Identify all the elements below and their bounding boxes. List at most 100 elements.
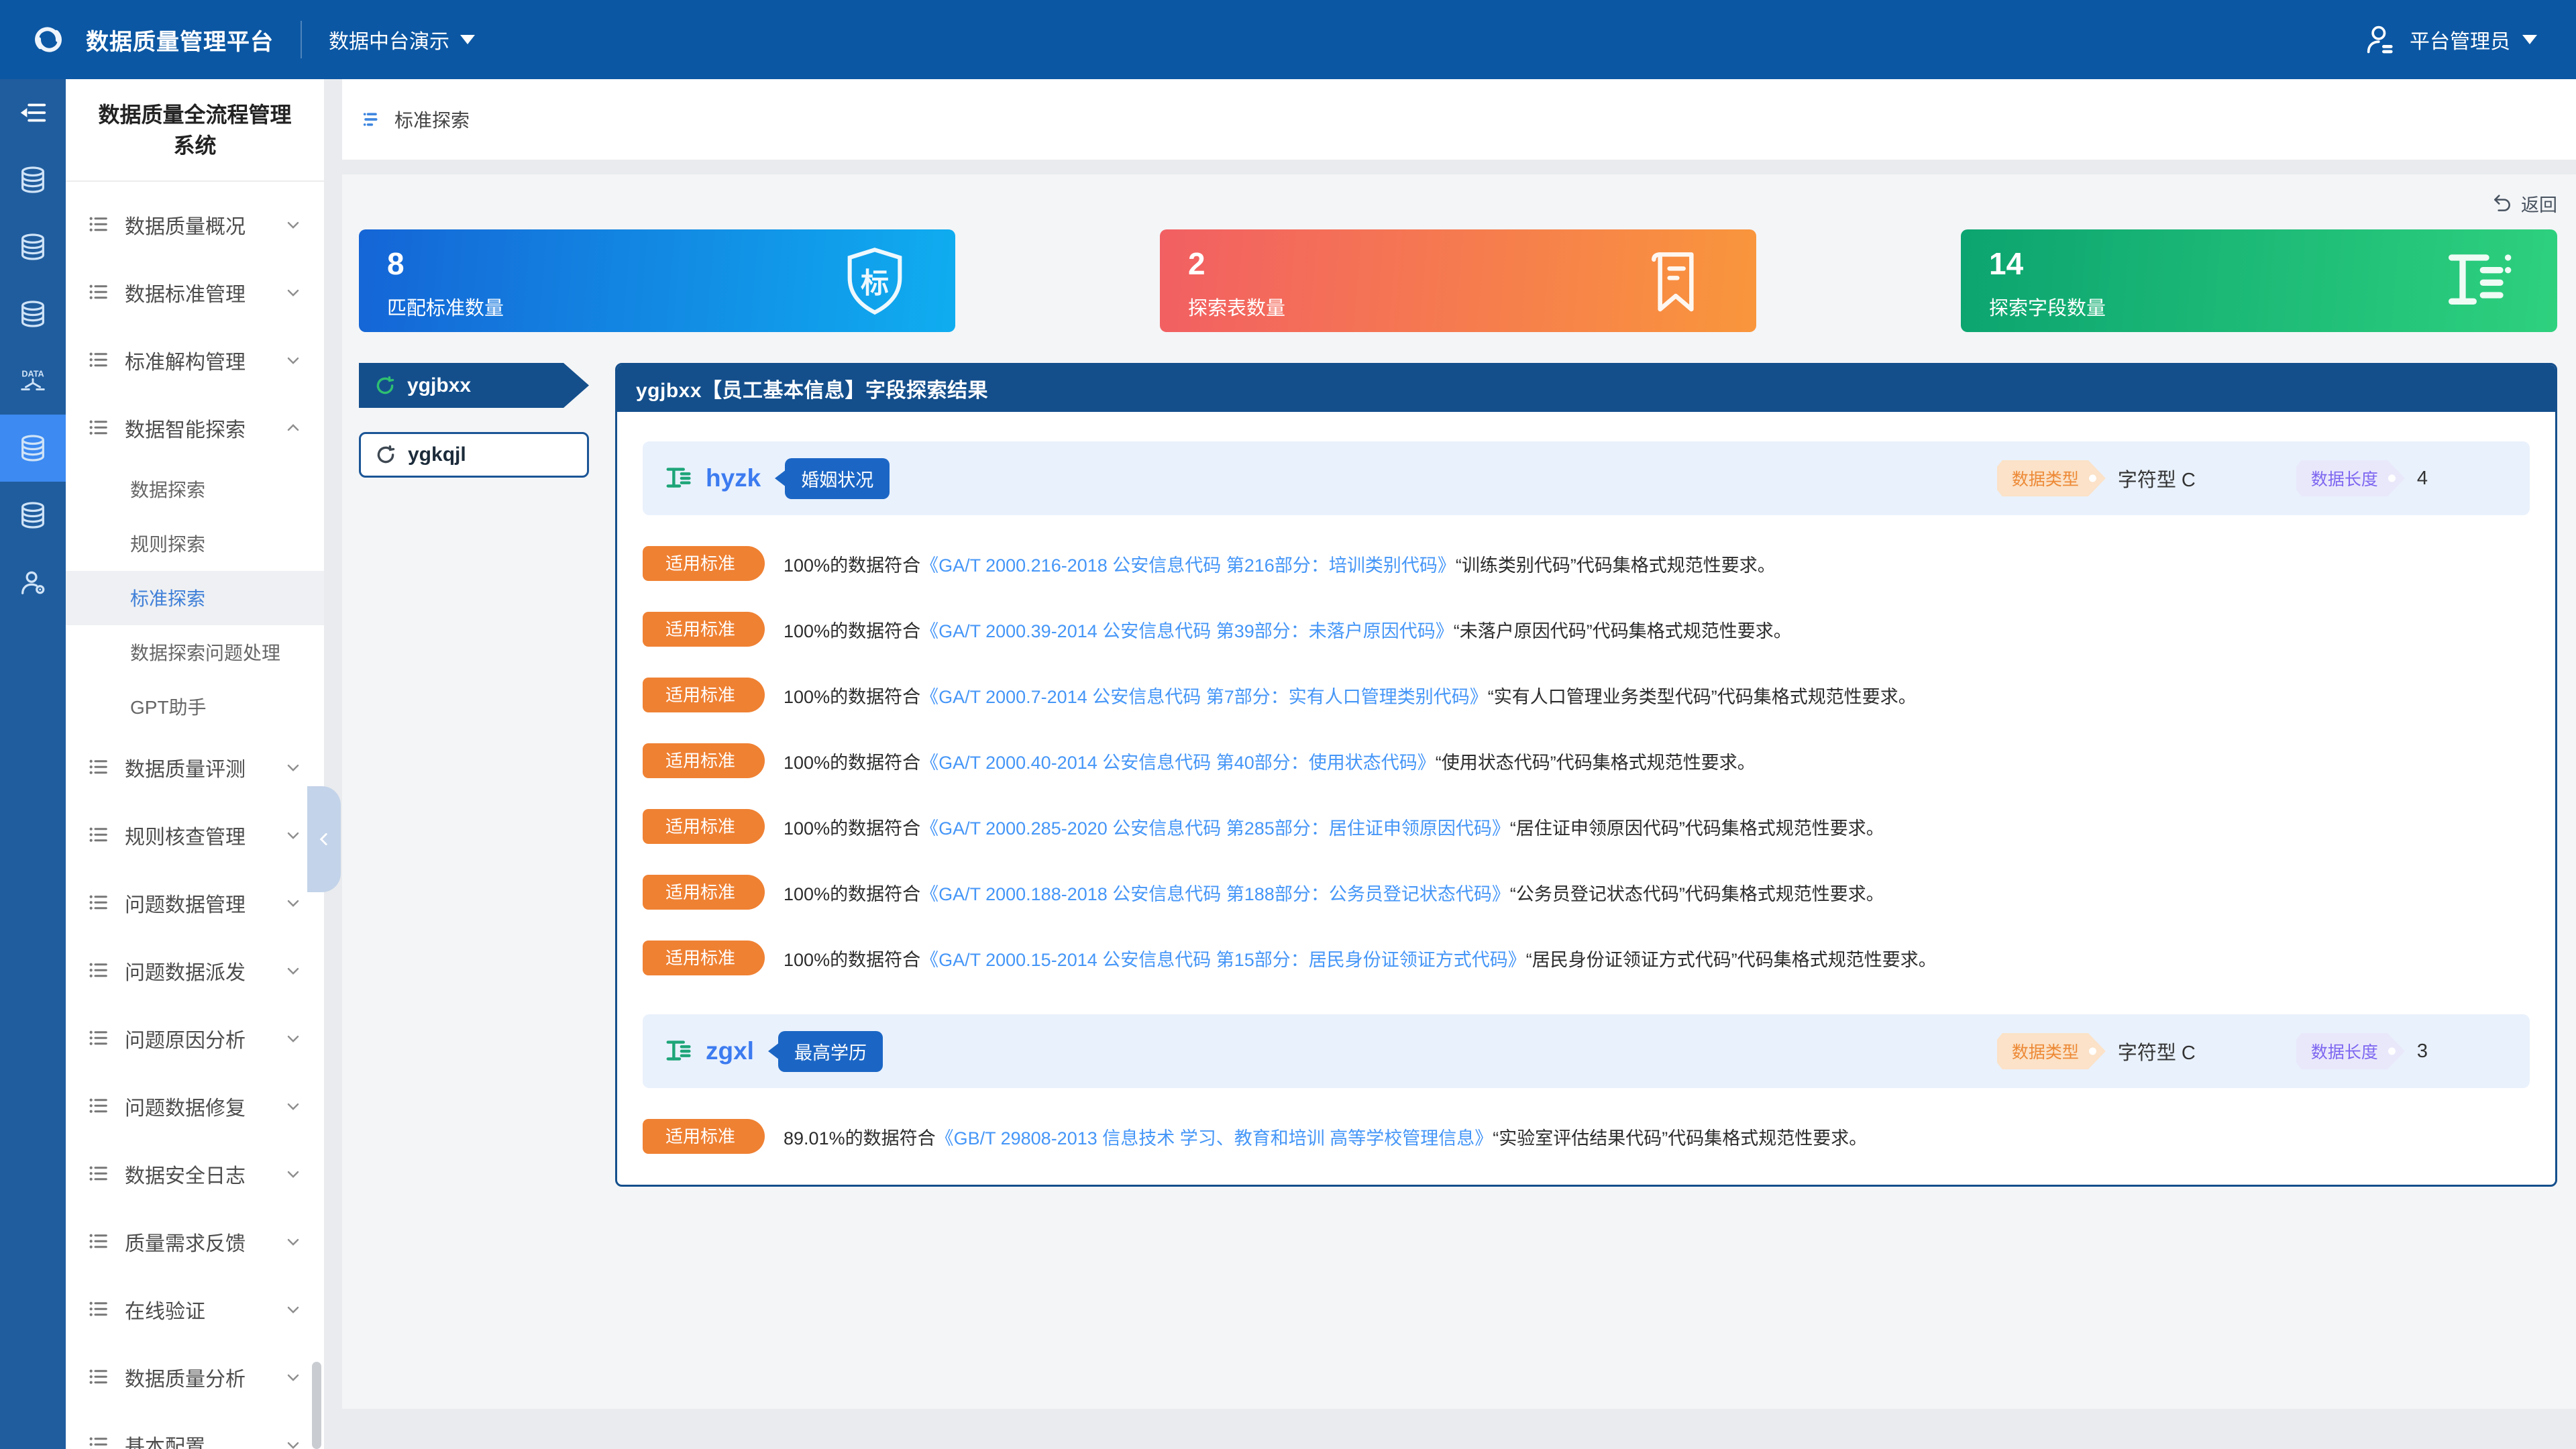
sidebar-subitem[interactable]: 数据探索问题处理 <box>66 625 324 680</box>
database-icon <box>17 500 48 531</box>
standard-description: 100%的数据符合《GA/T 2000.40-2014 公安信息代码 第40部分… <box>784 748 1756 774</box>
sidebar-item-label: 在线验证 <box>125 1295 284 1324</box>
rail-item-database-icon[interactable] <box>0 280 66 347</box>
standard-suffix: “训练类别代码”代码集格式规范性要求。 <box>1456 555 1776 576</box>
standard-link[interactable]: 《GA/T 2000.40-2014 公安信息代码 第40部分：使用状态代码》 <box>920 753 1436 773</box>
standard-row: 适用标准 100%的数据符合《GA/T 2000.216-2018 公安信息代码… <box>643 546 2530 581</box>
field-icon <box>664 463 695 494</box>
sidebar-item[interactable]: 数据安全日志 <box>66 1140 324 1208</box>
sidebar-subitem[interactable]: 规则探索 <box>66 517 324 571</box>
menu-list-icon <box>87 1366 110 1389</box>
standard-link[interactable]: 《GA/T 2000.285-2020 公安信息代码 第285部分：居住证申领原… <box>920 818 1510 839</box>
sidebar-item[interactable]: 数据质量评测 <box>66 734 324 802</box>
stat-cards: 8 匹配标准数量 标 2 探索表数量 <box>359 229 2557 332</box>
sidebar-subitem[interactable]: 数据探索 <box>66 462 324 517</box>
field-card-hyzk: hyzk 婚姻状况 数据类型 字符型 C 数据长度 4 <box>643 441 2530 515</box>
sidebar-item[interactable]: 问题数据管理 <box>66 869 324 937</box>
applicable-standard-badge: 适用标准 <box>643 1119 765 1154</box>
data-flow-icon: DATA <box>17 366 48 396</box>
shield-standard-icon: 标 <box>837 244 912 319</box>
standard-suffix: “公务员登记状态代码”代码集格式规范性要求。 <box>1510 884 1884 904</box>
explore-section: ygjbxx ygkqjl ygjbxx【员工基本信息】字段探索结果 <box>359 363 2557 1187</box>
sidebar-item[interactable]: 问题数据派发 <box>66 937 324 1005</box>
sidebar-item[interactable]: 数据质量分析 <box>66 1344 324 1411</box>
standard-link[interactable]: 《GA/T 2000.216-2018 公安信息代码 第216部分：培训类别代码… <box>920 555 1456 576</box>
sidebar-item[interactable]: 基本配置 <box>66 1411 324 1449</box>
rail-item-menu-toggle-icon[interactable] <box>0 79 66 146</box>
sidebar-item[interactable]: 在线验证 <box>66 1276 324 1344</box>
field-cn-badge: 婚姻状况 <box>785 458 890 499</box>
applicable-standard-badge: 适用标准 <box>643 941 765 975</box>
rail-item-data-flow-icon[interactable]: DATA <box>0 347 66 415</box>
back-button[interactable]: 返回 <box>2491 184 2557 223</box>
standard-link[interactable]: 《GA/T 2000.188-2018 公安信息代码 第188部分：公务员登记状… <box>920 884 1510 904</box>
content-card: 返回 8 匹配标准数量 标 2 探索表数量 <box>342 174 2576 1409</box>
sidebar-item[interactable]: 问题原因分析 <box>66 1005 324 1073</box>
standards-list: 适用标准 100%的数据符合《GA/T 2000.216-2018 公安信息代码… <box>643 546 2530 975</box>
rail-item-user-settings-icon[interactable] <box>0 549 66 616</box>
standard-row: 适用标准 100%的数据符合《GA/T 2000.15-2014 公安信息代码 … <box>643 941 2530 975</box>
rail-item-database-icon[interactable] <box>0 482 66 549</box>
sidebar-subitem[interactable]: 标准探索 <box>66 571 324 625</box>
sidebar-item[interactable]: 数据质量概况 <box>66 191 324 259</box>
sync-circle-icon <box>374 374 396 397</box>
undo-arrow-icon <box>2491 193 2513 214</box>
sidebar-subitem[interactable]: GPT助手 <box>66 680 324 734</box>
field-structure-icon <box>2439 244 2514 319</box>
data-length-tag: 数据长度 <box>2296 1033 2405 1069</box>
sidebar-item[interactable]: 规则核查管理 <box>66 802 324 869</box>
sidebar: 数据质量全流程管理系统 数据质量概况数据标准管理标准解构管理数据智能探索数据探索… <box>66 79 324 1449</box>
menu-list-icon <box>87 281 110 304</box>
standard-description: 100%的数据符合《GA/T 2000.216-2018 公安信息代码 第216… <box>784 551 1776 577</box>
chevron-down-icon <box>284 826 303 845</box>
field-icon <box>664 1036 695 1067</box>
sidebar-collapse-handle[interactable] <box>307 786 341 892</box>
sidebar-item-label: 数据标准管理 <box>125 278 284 307</box>
sidebar-item[interactable]: 问题数据修复 <box>66 1073 324 1140</box>
standard-prefix: 100%的数据符合 <box>784 818 920 839</box>
menu-list-icon <box>87 1298 110 1321</box>
standard-row: 适用标准 100%的数据符合《GA/T 2000.285-2020 公安信息代码… <box>643 809 2530 844</box>
standard-link[interactable]: 《GA/T 2000.7-2014 公安信息代码 第7部分：实有人口管理类别代码… <box>920 687 1488 707</box>
stat-card-explored-tables: 2 探索表数量 <box>1160 229 1756 332</box>
table-tab-ygjbxx[interactable]: ygjbxx <box>359 363 589 408</box>
rail-item-database-icon[interactable] <box>0 146 66 213</box>
standard-link[interactable]: 《GA/T 2000.39-2014 公安信息代码 第39部分：未落户原因代码》 <box>920 621 1454 641</box>
menu-list-icon <box>87 349 110 372</box>
icon-rail: DATA <box>0 79 66 1449</box>
table-tab-label: ygkqjl <box>408 443 466 466</box>
standard-description: 100%的数据符合《GA/T 2000.39-2014 公安信息代码 第39部分… <box>784 616 1792 643</box>
toolbar-row: 返回 <box>359 184 2557 223</box>
data-type-value: 字符型 C <box>2118 464 2196 492</box>
field-name: zgxl <box>706 1037 754 1065</box>
user-settings-icon <box>17 567 48 598</box>
standard-prefix: 100%的数据符合 <box>784 753 920 773</box>
topbar: 数据质量管理平台 数据中台演示 平台管理员 <box>0 0 2576 79</box>
workspace-switcher[interactable]: 数据中台演示 <box>329 25 475 54</box>
data-type-tag: 数据类型 <box>1997 460 2106 496</box>
menu-list-icon <box>87 213 110 236</box>
sidebar-item[interactable]: 标准解构管理 <box>66 327 324 394</box>
sidebar-item[interactable]: 数据标准管理 <box>66 259 324 327</box>
standard-suffix: “居民身份证领证方式代码”代码集格式规范性要求。 <box>1526 950 1937 970</box>
app-root: 数据质量管理平台 数据中台演示 平台管理员 DATA 数据质量全流程管理系统 数… <box>0 0 2576 1449</box>
standard-link[interactable]: 《GA/T 2000.15-2014 公安信息代码 第15部分：居民身份证领证方… <box>920 950 1526 970</box>
standard-description: 100%的数据符合《GA/T 2000.188-2018 公安信息代码 第188… <box>784 879 1884 906</box>
user-menu[interactable]: 平台管理员 <box>2363 22 2537 57</box>
sidebar-scrollbar[interactable] <box>312 1362 321 1449</box>
table-tab-ygkqjl[interactable]: ygkqjl <box>359 432 589 478</box>
user-name: 平台管理员 <box>2410 25 2510 54</box>
topbar-divider <box>301 21 302 58</box>
svg-text:标: 标 <box>861 267 889 299</box>
standard-prefix: 100%的数据符合 <box>784 884 920 904</box>
standard-prefix: 100%的数据符合 <box>784 950 920 970</box>
sidebar-item[interactable]: 质量需求反馈 <box>66 1208 324 1276</box>
rail-item-database-icon[interactable] <box>0 213 66 280</box>
rail-item-database-icon[interactable] <box>0 415 66 482</box>
standard-link[interactable]: 《GB/T 29808-2013 信息技术 学习、教育和培训 高等学校管理信息》 <box>936 1128 1493 1148</box>
standard-row: 适用标准 100%的数据符合《GA/T 2000.39-2014 公安信息代码 … <box>643 612 2530 647</box>
bookmark-table-icon <box>1638 244 1713 319</box>
sidebar-item-label: 数据智能探索 <box>125 413 284 443</box>
sidebar-item[interactable]: 数据智能探索 <box>66 394 324 462</box>
database-icon <box>17 164 48 195</box>
